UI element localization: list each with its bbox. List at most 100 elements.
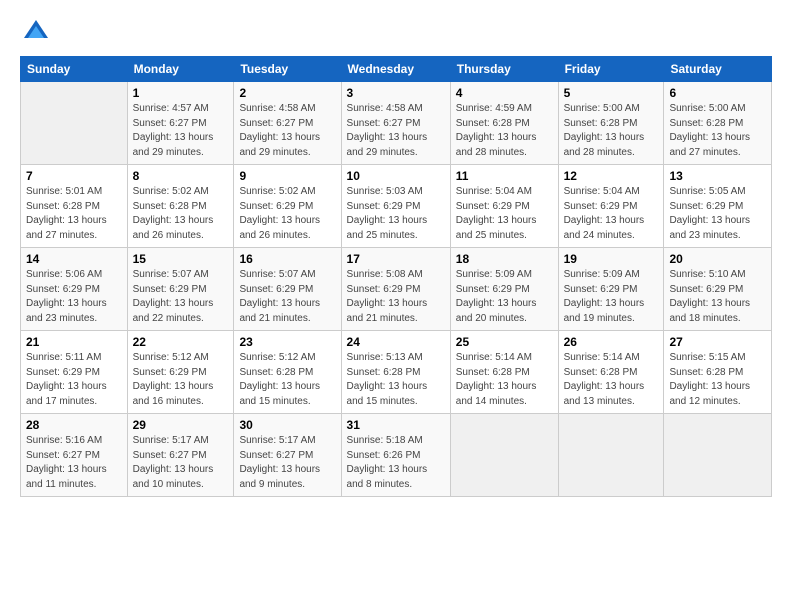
- day-number: 7: [26, 169, 122, 183]
- header-cell: Tuesday: [234, 57, 341, 82]
- day-info: Sunrise: 5:13 AM Sunset: 6:28 PM Dayligh…: [347, 351, 445, 409]
- day-info: Sunrise: 5:07 AM Sunset: 6:29 PM Dayligh…: [239, 268, 335, 326]
- day-info: Sunrise: 5:05 AM Sunset: 6:29 PM Dayligh…: [669, 185, 766, 243]
- day-info: Sunrise: 5:12 AM Sunset: 6:28 PM Dayligh…: [239, 351, 335, 409]
- day-number: 9: [239, 169, 335, 183]
- day-info: Sunrise: 5:15 AM Sunset: 6:28 PM Dayligh…: [669, 351, 766, 409]
- calendar-cell: 16 Sunrise: 5:07 AM Sunset: 6:29 PM Dayli…: [234, 248, 341, 331]
- calendar-cell: 1 Sunrise: 4:57 AM Sunset: 6:27 PM Daylig…: [127, 82, 234, 165]
- calendar-cell: 8 Sunrise: 5:02 AM Sunset: 6:28 PM Daylig…: [127, 165, 234, 248]
- day-number: 17: [347, 252, 445, 266]
- calendar-cell: 12 Sunrise: 5:04 AM Sunset: 6:29 PM Dayli…: [558, 165, 664, 248]
- day-info: Sunrise: 5:10 AM Sunset: 6:29 PM Dayligh…: [669, 268, 766, 326]
- calendar-cell: 3 Sunrise: 4:58 AM Sunset: 6:27 PM Daylig…: [341, 82, 450, 165]
- day-number: 28: [26, 418, 122, 432]
- logo: [20, 18, 50, 46]
- day-number: 10: [347, 169, 445, 183]
- calendar-cell: 20 Sunrise: 5:10 AM Sunset: 6:29 PM Dayli…: [664, 248, 772, 331]
- calendar-cell: 19 Sunrise: 5:09 AM Sunset: 6:29 PM Dayli…: [558, 248, 664, 331]
- day-number: 20: [669, 252, 766, 266]
- day-number: 2: [239, 86, 335, 100]
- page: SundayMondayTuesdayWednesdayThursdayFrid…: [0, 0, 792, 507]
- day-number: 8: [133, 169, 229, 183]
- logo-icon: [22, 18, 50, 46]
- header-cell: Thursday: [450, 57, 558, 82]
- day-info: Sunrise: 4:58 AM Sunset: 6:27 PM Dayligh…: [347, 102, 445, 160]
- day-number: 15: [133, 252, 229, 266]
- day-info: Sunrise: 5:08 AM Sunset: 6:29 PM Dayligh…: [347, 268, 445, 326]
- calendar-cell: 15 Sunrise: 5:07 AM Sunset: 6:29 PM Dayli…: [127, 248, 234, 331]
- table-row: 14Sunrise: 5:06 AM Sunset: 6:29 PM Dayli…: [21, 248, 772, 331]
- calendar-cell: 30 Sunrise: 5:17 AM Sunset: 6:27 PM Dayli…: [234, 414, 341, 497]
- calendar-cell: [21, 82, 128, 165]
- calendar-cell: 22 Sunrise: 5:12 AM Sunset: 6:29 PM Dayli…: [127, 331, 234, 414]
- day-number: 19: [564, 252, 659, 266]
- header-cell: Saturday: [664, 57, 772, 82]
- day-info: Sunrise: 5:02 AM Sunset: 6:28 PM Dayligh…: [133, 185, 229, 243]
- day-info: Sunrise: 5:00 AM Sunset: 6:28 PM Dayligh…: [669, 102, 766, 160]
- calendar-cell: [558, 414, 664, 497]
- day-info: Sunrise: 5:07 AM Sunset: 6:29 PM Dayligh…: [133, 268, 229, 326]
- calendar-cell: 6 Sunrise: 5:00 AM Sunset: 6:28 PM Daylig…: [664, 82, 772, 165]
- day-number: 29: [133, 418, 229, 432]
- day-number: 30: [239, 418, 335, 432]
- table-row: 21 Sunrise: 5:11 AM Sunset: 6:29 PM Dayli…: [21, 331, 772, 414]
- calendar-cell: 11Sunrise: 5:04 AM Sunset: 6:29 PM Dayli…: [450, 165, 558, 248]
- calendar-cell: 2 Sunrise: 4:58 AM Sunset: 6:27 PM Daylig…: [234, 82, 341, 165]
- day-number: 14: [26, 252, 122, 266]
- calendar-cell: 5 Sunrise: 5:00 AM Sunset: 6:28 PM Daylig…: [558, 82, 664, 165]
- day-number: 18: [456, 252, 553, 266]
- day-info: Sunrise: 5:11 AM Sunset: 6:29 PM Dayligh…: [26, 351, 122, 409]
- day-info: Sunrise: 5:14 AM Sunset: 6:28 PM Dayligh…: [564, 351, 659, 409]
- header-row: SundayMondayTuesdayWednesdayThursdayFrid…: [21, 57, 772, 82]
- calendar-table: SundayMondayTuesdayWednesdayThursdayFrid…: [20, 56, 772, 497]
- day-info: Sunrise: 5:04 AM Sunset: 6:29 PM Dayligh…: [564, 185, 659, 243]
- day-info: Sunrise: 5:12 AM Sunset: 6:29 PM Dayligh…: [133, 351, 229, 409]
- day-info: Sunrise: 5:14 AM Sunset: 6:28 PM Dayligh…: [456, 351, 553, 409]
- day-info: Sunrise: 4:58 AM Sunset: 6:27 PM Dayligh…: [239, 102, 335, 160]
- calendar-cell: 29Sunrise: 5:17 AM Sunset: 6:27 PM Dayli…: [127, 414, 234, 497]
- day-number: 27: [669, 335, 766, 349]
- day-number: 6: [669, 86, 766, 100]
- day-number: 1: [133, 86, 229, 100]
- table-row: 7 Sunrise: 5:01 AM Sunset: 6:28 PM Daylig…: [21, 165, 772, 248]
- day-info: Sunrise: 4:59 AM Sunset: 6:28 PM Dayligh…: [456, 102, 553, 160]
- header: [20, 18, 772, 46]
- calendar-cell: 10 Sunrise: 5:03 AM Sunset: 6:29 PM Dayli…: [341, 165, 450, 248]
- calendar-cell: 13Sunrise: 5:05 AM Sunset: 6:29 PM Dayli…: [664, 165, 772, 248]
- day-info: Sunrise: 5:09 AM Sunset: 6:29 PM Dayligh…: [564, 268, 659, 326]
- calendar-cell: [450, 414, 558, 497]
- day-info: Sunrise: 5:01 AM Sunset: 6:28 PM Dayligh…: [26, 185, 122, 243]
- header-cell: Monday: [127, 57, 234, 82]
- day-number: 23: [239, 335, 335, 349]
- calendar-cell: 23 Sunrise: 5:12 AM Sunset: 6:28 PM Dayli…: [234, 331, 341, 414]
- day-number: 21: [26, 335, 122, 349]
- day-number: 16: [239, 252, 335, 266]
- day-number: 31: [347, 418, 445, 432]
- day-number: 5: [564, 86, 659, 100]
- calendar-cell: 24Sunrise: 5:13 AM Sunset: 6:28 PM Dayli…: [341, 331, 450, 414]
- calendar-cell: 31Sunrise: 5:18 AM Sunset: 6:26 PM Dayli…: [341, 414, 450, 497]
- calendar-cell: 7 Sunrise: 5:01 AM Sunset: 6:28 PM Daylig…: [21, 165, 128, 248]
- day-info: Sunrise: 5:04 AM Sunset: 6:29 PM Dayligh…: [456, 185, 553, 243]
- day-info: Sunrise: 4:57 AM Sunset: 6:27 PM Dayligh…: [133, 102, 229, 160]
- calendar-cell: 14Sunrise: 5:06 AM Sunset: 6:29 PM Dayli…: [21, 248, 128, 331]
- calendar-cell: 28 Sunrise: 5:16 AM Sunset: 6:27 PM Dayli…: [21, 414, 128, 497]
- day-number: 26: [564, 335, 659, 349]
- calendar-cell: 4 Sunrise: 4:59 AM Sunset: 6:28 PM Daylig…: [450, 82, 558, 165]
- day-number: 4: [456, 86, 553, 100]
- day-number: 22: [133, 335, 229, 349]
- header-cell: Sunday: [21, 57, 128, 82]
- day-info: Sunrise: 5:03 AM Sunset: 6:29 PM Dayligh…: [347, 185, 445, 243]
- day-info: Sunrise: 5:00 AM Sunset: 6:28 PM Dayligh…: [564, 102, 659, 160]
- calendar-cell: 27 Sunrise: 5:15 AM Sunset: 6:28 PM Dayli…: [664, 331, 772, 414]
- day-number: 3: [347, 86, 445, 100]
- day-info: Sunrise: 5:17 AM Sunset: 6:27 PM Dayligh…: [239, 434, 335, 492]
- calendar-cell: 17 Sunrise: 5:08 AM Sunset: 6:29 PM Dayli…: [341, 248, 450, 331]
- day-number: 12: [564, 169, 659, 183]
- header-cell: Friday: [558, 57, 664, 82]
- table-row: 28 Sunrise: 5:16 AM Sunset: 6:27 PM Dayli…: [21, 414, 772, 497]
- day-info: Sunrise: 5:16 AM Sunset: 6:27 PM Dayligh…: [26, 434, 122, 492]
- day-info: Sunrise: 5:02 AM Sunset: 6:29 PM Dayligh…: [239, 185, 335, 243]
- calendar-cell: 21 Sunrise: 5:11 AM Sunset: 6:29 PM Dayli…: [21, 331, 128, 414]
